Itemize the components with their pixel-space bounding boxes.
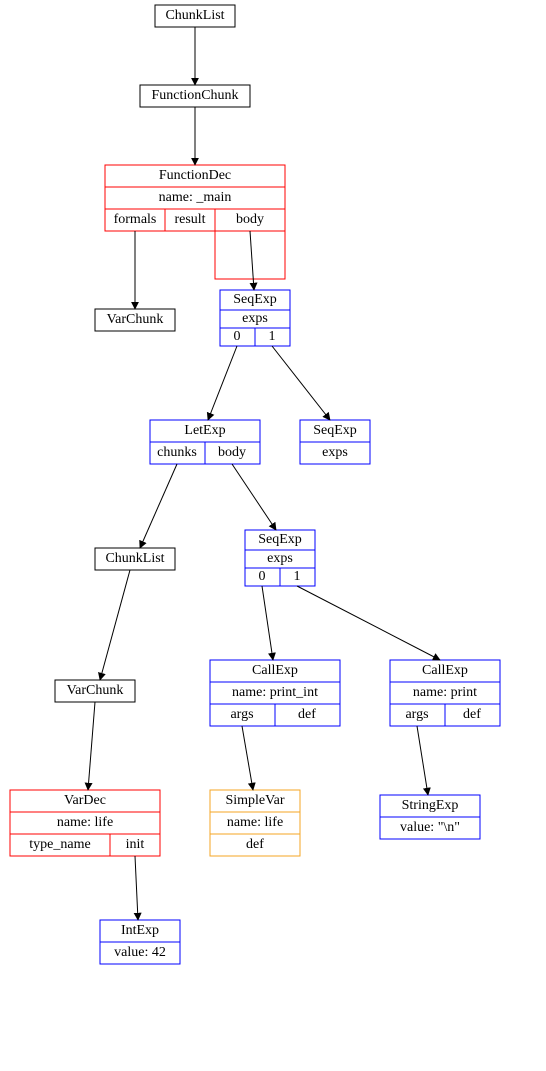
title: SimpleVar [225, 793, 284, 808]
node-chunklist-let: ChunkList [95, 548, 175, 570]
exp-1: 1 [294, 569, 301, 584]
edge [208, 346, 237, 420]
edge [100, 570, 130, 680]
node-callexp-print: CallExp name: print args def [390, 660, 500, 726]
title: StringExp [402, 798, 459, 813]
edge [297, 586, 440, 660]
node-chunklist-root: ChunkList [155, 5, 235, 27]
def-cell: def [463, 707, 481, 722]
name-row: name: print [413, 685, 477, 700]
def-row: def [246, 837, 264, 852]
edge [140, 464, 177, 548]
name-row: name: print_int [232, 685, 318, 700]
edge [272, 346, 330, 420]
exp-0: 0 [259, 569, 266, 584]
node-simplevar: SimpleVar name: life def [210, 790, 300, 856]
label: VarChunk [107, 312, 164, 327]
edge [242, 726, 253, 790]
args-cell: args [230, 707, 253, 722]
value-row: value: 42 [114, 945, 166, 960]
edge [417, 726, 428, 795]
node-letexp: LetExp chunks body [150, 420, 260, 464]
label: ChunkList [165, 8, 224, 23]
label: FunctionChunk [151, 88, 238, 103]
edge [88, 702, 95, 790]
chunks-cell: chunks [157, 445, 197, 460]
name-row: name: life [57, 815, 113, 830]
formals-cell: formals [114, 212, 157, 227]
title: LetExp [184, 423, 225, 438]
node-functionchunk: FunctionChunk [140, 85, 250, 107]
node-seqexp-letbody: SeqExp exps 0 1 [245, 530, 315, 586]
exps-label: exps [267, 551, 293, 566]
exp-1: 1 [269, 329, 276, 344]
body-cell: body [218, 445, 246, 460]
body-cell: body [236, 212, 264, 227]
title: SeqExp [258, 532, 302, 547]
node-seqexp-body: SeqExp exps 0 1 [220, 290, 290, 346]
node-varchunk-formals: VarChunk [95, 309, 175, 331]
node-varchunk-let: VarChunk [55, 680, 135, 702]
title: SeqExp [313, 423, 357, 438]
node-stringexp: StringExp value: "\n" [380, 795, 480, 839]
node-intexp: IntExp value: 42 [100, 920, 180, 964]
exp-0: 0 [234, 329, 241, 344]
title: FunctionDec [159, 168, 231, 183]
title: CallExp [422, 663, 468, 678]
node-functiondec: FunctionDec name: _main formals result b… [105, 165, 285, 279]
name-row: name: _main [159, 190, 232, 205]
title: IntExp [121, 923, 159, 938]
edge [262, 586, 273, 660]
node-callexp-printint: CallExp name: print_int args def [210, 660, 340, 726]
result-cell: result [174, 212, 205, 227]
value-row: value: "\n" [400, 820, 460, 835]
exps-label: exps [242, 311, 268, 326]
label: ChunkList [105, 551, 164, 566]
node-vardec: VarDec name: life type_name init [10, 790, 160, 856]
title: VarDec [64, 793, 106, 808]
edge [135, 856, 138, 920]
ast-diagram: ChunkList FunctionChunk FunctionDec name… [0, 0, 546, 1071]
edge [232, 464, 276, 530]
name-row: name: life [227, 815, 283, 830]
title: SeqExp [233, 292, 277, 307]
exps-label: exps [322, 445, 348, 460]
node-seqexp-empty: SeqExp exps [300, 420, 370, 464]
typename-cell: type_name [29, 837, 90, 852]
title: CallExp [252, 663, 298, 678]
label: VarChunk [67, 683, 124, 698]
init-cell: init [126, 837, 145, 852]
def-cell: def [298, 707, 316, 722]
args-cell: args [405, 707, 428, 722]
